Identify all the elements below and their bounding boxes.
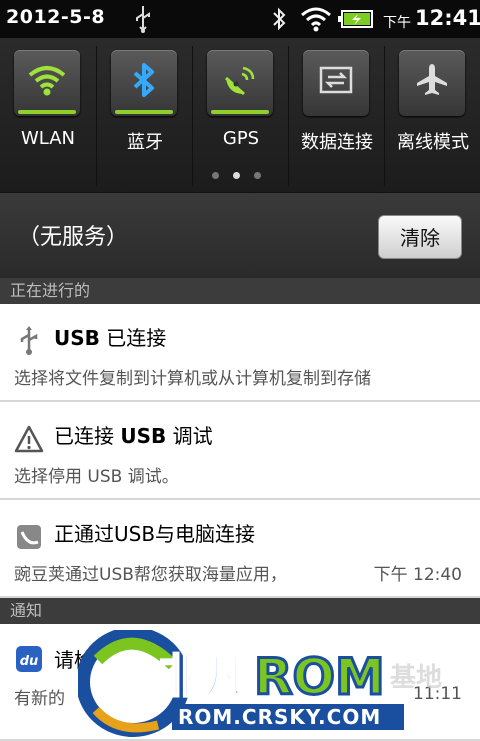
- carrier-bar: （无服务） 清除: [0, 192, 480, 278]
- watermark-suffix: 基地: [390, 663, 442, 693]
- status-date: 2012-5-8: [6, 6, 106, 28]
- usb-icon: [20, 326, 38, 355]
- section-header-ongoing: 正在进行的: [0, 278, 480, 304]
- bluetooth-icon: [133, 63, 154, 97]
- airplane-icon: [417, 64, 447, 95]
- usb-icon: [136, 6, 150, 33]
- toggle-label: GPS: [222, 128, 260, 149]
- notification-text: 选择将文件复制到计算机或从计算机复制到存储: [14, 369, 371, 389]
- wandoujia-icon: [17, 525, 41, 549]
- watermark-brand-cn: 非凡: [158, 649, 250, 703]
- battery-charging-icon: [338, 10, 373, 28]
- toggle-bluetooth-button[interactable]: [111, 50, 177, 116]
- toggle-bluetooth[interactable]: 蓝牙: [96, 46, 192, 186]
- wifi-icon: [28, 66, 66, 96]
- watermark-brand-rom: ROM: [254, 648, 385, 706]
- toggle-gps[interactable]: GPS: [192, 46, 288, 186]
- status-time: 12:41: [415, 6, 480, 30]
- toggle-airplane-button[interactable]: [399, 50, 465, 116]
- notification-title: USB 已连接: [54, 326, 167, 350]
- status-bar: 2012-5-8 下午 12:41: [0, 0, 480, 38]
- toggle-label: 数据连接: [301, 132, 373, 153]
- toggle-airplane-mode[interactable]: 离线模式: [384, 46, 480, 186]
- svg-text:du: du: [20, 654, 39, 669]
- wifi-icon: [301, 7, 331, 32]
- toggle-data-button[interactable]: [303, 50, 369, 116]
- toggle-label: 蓝牙: [127, 132, 163, 153]
- bluetooth-icon: [273, 7, 286, 31]
- page-indicator: [212, 172, 261, 179]
- data-connection-icon: [319, 66, 353, 94]
- quick-toggles: WLAN 蓝牙 GPS 数据连接 离线模式: [0, 38, 480, 192]
- page-dot-active: [233, 172, 240, 179]
- toggle-data-connection[interactable]: 数据连接: [288, 46, 384, 186]
- notification-title: 正通过USB与电脑连接: [54, 522, 256, 546]
- du-app-icon: du: [16, 646, 42, 672]
- notification-text: 选择停用 USB 调试。: [14, 467, 179, 487]
- page-dot: [254, 172, 261, 179]
- section-header-notifications: 通知: [0, 598, 480, 624]
- notification-wandoujia[interactable]: 正通过USB与电脑连接 豌豆荚通过USB帮您获取海量应用， 下午 12:40: [0, 500, 480, 598]
- status-ampm: 下午: [383, 15, 411, 31]
- crsky-rom-watermark-logo: 非凡 ROM 基地 ROM.CRSKY.COM: [78, 630, 442, 737]
- toggle-label: 离线模式: [397, 132, 469, 153]
- carrier-label: （无服务）: [18, 225, 129, 250]
- gps-icon: [225, 66, 255, 96]
- toggle-wlan-button[interactable]: [14, 50, 80, 116]
- watermark-url: ROM.CRSKY.COM: [178, 705, 381, 729]
- notification-title: 已连接 USB 调试: [54, 424, 213, 448]
- notification-usb-connected[interactable]: USB 已连接 选择将文件复制到计算机或从计算机复制到存储: [0, 304, 480, 402]
- warning-icon: [14, 425, 44, 453]
- notification-usb-debugging[interactable]: 已连接 USB 调试 选择停用 USB 调试。: [0, 402, 480, 500]
- toggle-label: WLAN: [20, 128, 76, 149]
- page-dot: [212, 172, 219, 179]
- toggle-gps-button[interactable]: [207, 50, 273, 116]
- toggle-wlan[interactable]: WLAN: [0, 46, 96, 186]
- clear-button[interactable]: 清除: [378, 215, 462, 259]
- notification-time: 下午 12:40: [367, 560, 462, 585]
